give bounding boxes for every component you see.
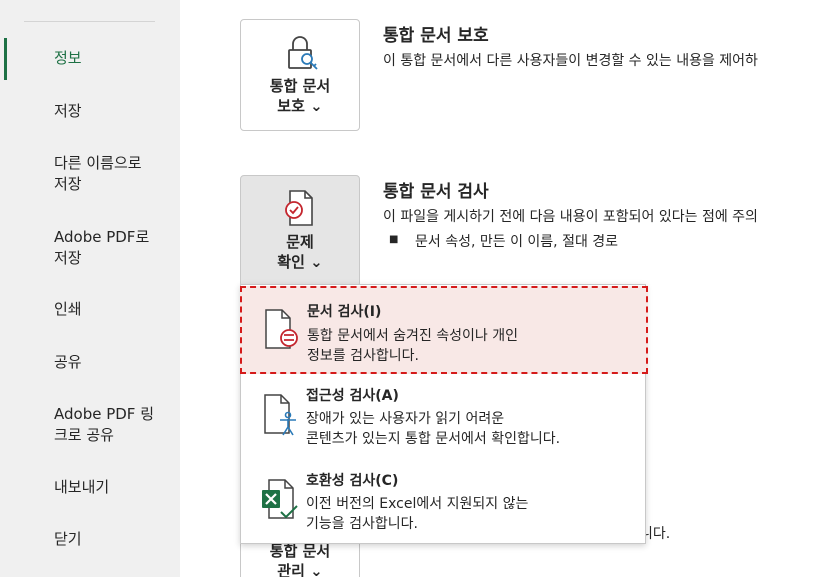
nav-item-save-as-line1: 다른 이름으로: [54, 154, 142, 172]
compatibility-desc-line2: 기능을 검사합니다.: [306, 516, 418, 532]
accessibility-desc-line1: 장애가 있는 사용자가 읽기 어려운: [306, 411, 505, 427]
nav-item-save[interactable]: 저장: [54, 101, 82, 122]
nav-item-share[interactable]: 공유: [54, 352, 82, 373]
inspect-document-title: 문서 검사(I): [307, 304, 382, 320]
active-indicator: [4, 38, 7, 80]
accessibility-desc-line2: 콘텐츠가 있는지 통합 문서에서 확인합니다.: [306, 431, 561, 447]
protect-section-title: 통합 문서 보호: [383, 26, 489, 46]
manage-button-label-1: 통합 문서: [269, 542, 331, 560]
sidebar-divider: [24, 21, 155, 22]
excel-compat-icon: [262, 479, 298, 519]
menu-item-inspect-document[interactable]: 문서 검사(I) 통합 문서에서 숨겨진 속성이나 개인 정보를 검사합니다.: [240, 286, 648, 374]
nav-item-save-pdf[interactable]: Adobe PDF로 저장: [54, 227, 149, 269]
inspect-bullet-text: 문서 속성, 만든 이 이름, 절대 경로: [415, 234, 619, 250]
compatibility-check-title: 호환성 검사(C): [306, 473, 399, 489]
nav-item-export[interactable]: 내보내기: [54, 477, 109, 498]
menu-item-compatibility-check[interactable]: 호환성 검사(C) 이전 버전의 Excel에서 지원되지 않는 기능을 검사합…: [241, 460, 645, 544]
nav-item-share-pdf-line1: Adobe PDF 링: [54, 405, 155, 423]
document-check-icon: [285, 190, 313, 226]
bullet-marker: ■: [389, 234, 399, 245]
check-issues-label-1: 문제: [286, 233, 314, 251]
compatibility-check-description: 이전 버전의 Excel에서 지원되지 않는 기능을 검사합니다.: [306, 494, 636, 534]
protect-button-label-2: 보호 ⌄: [277, 97, 323, 115]
nav-item-share-pdf-link[interactable]: Adobe PDF 링 크로 공유: [54, 404, 154, 446]
nav-item-save-pdf-line2: 저장: [54, 249, 82, 267]
nav-item-save-as-line2: 저장: [54, 175, 82, 193]
inspect-document-desc-line2: 정보를 검사합니다.: [307, 348, 419, 364]
protect-button-label-1: 통합 문서: [269, 77, 331, 95]
nav-item-close[interactable]: 닫기: [54, 529, 82, 550]
inspect-section-description: 이 파일을 게시하기 전에 다음 내용이 포함되어 있다는 점에 주의: [383, 209, 758, 225]
nav-item-print[interactable]: 인쇄: [54, 299, 82, 320]
protect-section-description: 이 통합 문서에서 다른 사용자들이 변경할 수 있는 내용을 제어하: [383, 53, 758, 69]
nav-item-save-as[interactable]: 다른 이름으로 저장: [54, 153, 142, 195]
inspect-document-desc-line1: 통합 문서에서 숨겨진 속성이나 개인: [307, 328, 518, 344]
accessibility-check-title: 접근성 검사(A): [306, 388, 399, 404]
menu-item-accessibility-check[interactable]: 접근성 검사(A) 장애가 있는 사용자가 읽기 어려운 콘텐츠가 있는지 통합…: [241, 375, 645, 459]
lock-key-icon: [288, 36, 318, 70]
accessibility-check-description: 장애가 있는 사용자가 읽기 어려운 콘텐츠가 있는지 통합 문서에서 확인합니…: [306, 409, 636, 449]
inspect-document-description: 통합 문서에서 숨겨진 속성이나 개인 정보를 검사합니다.: [307, 326, 637, 366]
backstage-sidebar: 정보 저장 다른 이름으로 저장 Adobe PDF로 저장 인쇄 공유 Ado…: [0, 0, 180, 577]
check-issues-label-2: 확인 ⌄: [277, 253, 323, 271]
inspect-section-title: 통합 문서 검사: [383, 182, 489, 202]
protect-workbook-button[interactable]: 통합 문서 보호 ⌄: [240, 19, 360, 131]
document-inspect-icon: [265, 309, 298, 349]
manage-button-label-2: 관리 ⌄: [277, 562, 323, 577]
check-issues-dropdown-menu: 문서 검사(I) 통합 문서에서 숨겨진 속성이나 개인 정보를 검사합니다. …: [240, 284, 648, 544]
nav-item-info[interactable]: 정보: [54, 48, 82, 69]
accessibility-icon: [264, 394, 296, 436]
compatibility-desc-line1: 이전 버전의 Excel에서 지원되지 않는: [306, 496, 529, 512]
check-issues-button[interactable]: 문제 확인 ⌄: [240, 175, 360, 287]
nav-item-share-pdf-line2: 크로 공유: [54, 426, 114, 444]
nav-item-save-pdf-line1: Adobe PDF로: [54, 228, 150, 246]
